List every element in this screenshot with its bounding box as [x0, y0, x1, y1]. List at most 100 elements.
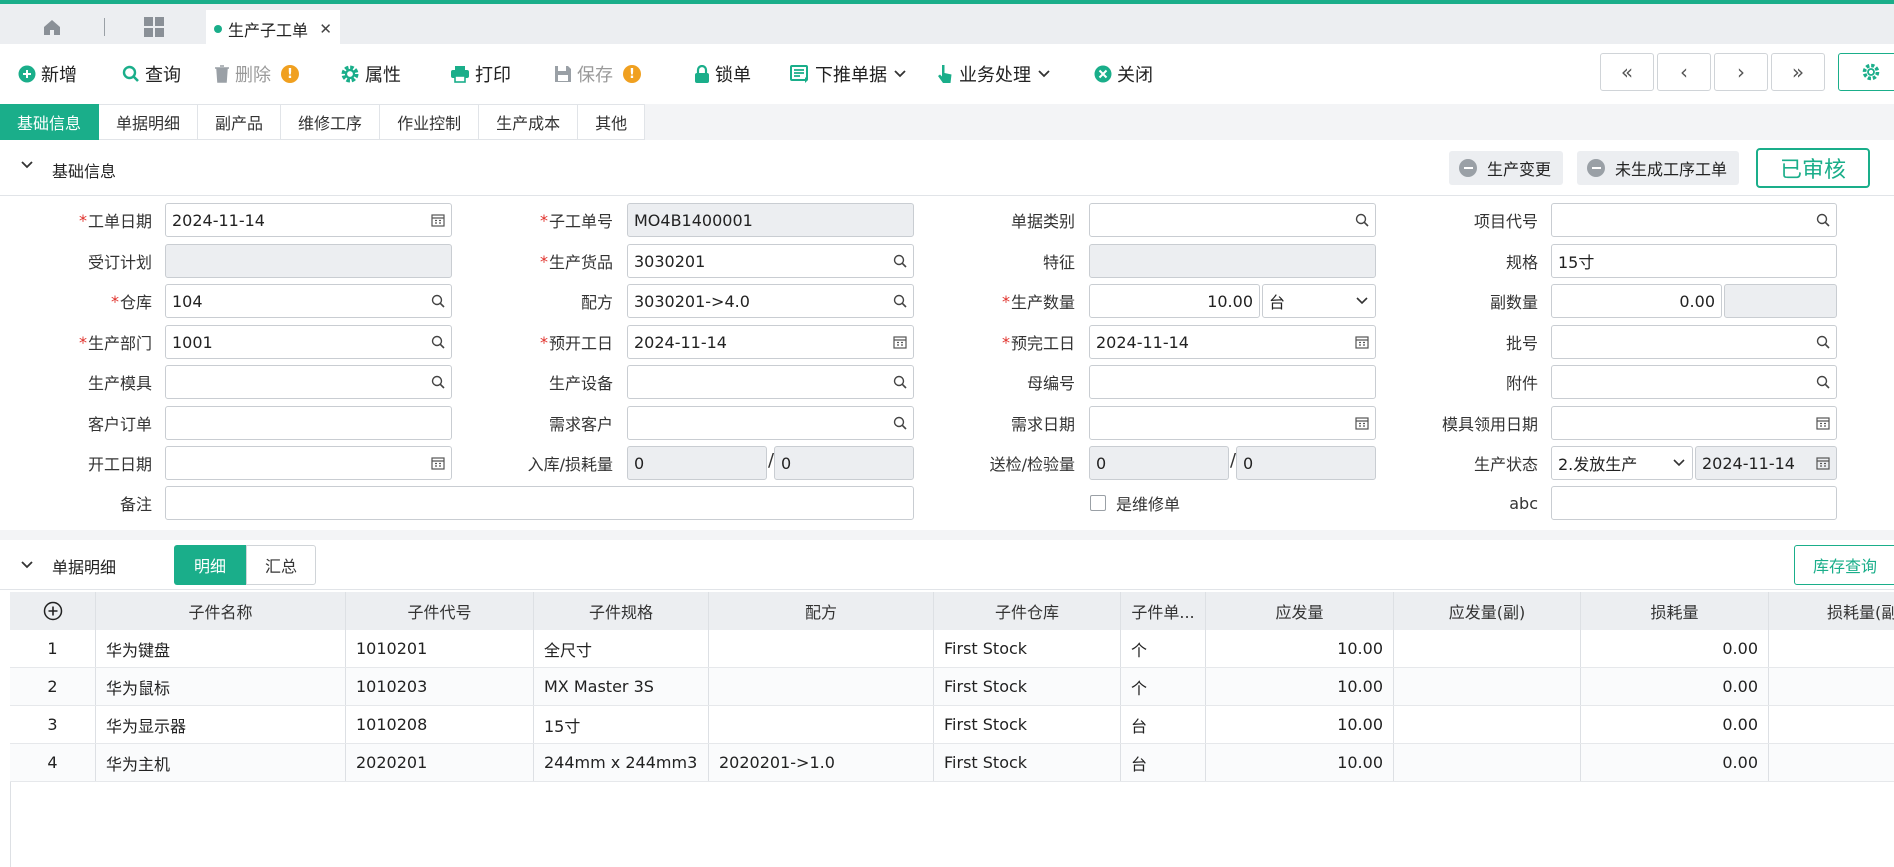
- col-header-qty-sub[interactable]: 应发量(副): [1394, 592, 1581, 630]
- start-date-field[interactable]: [165, 446, 452, 480]
- project-code-field[interactable]: [1551, 203, 1837, 237]
- calendar-icon[interactable]: [431, 456, 445, 470]
- delete-button[interactable]: 删除 !: [214, 60, 299, 88]
- business-dropdown[interactable]: 业务处理: [936, 60, 1056, 88]
- push-down-label: 下推单据: [815, 65, 887, 86]
- table-row[interactable]: 2 华为鼠标 1010203 MX Master 3S First Stock …: [10, 668, 1894, 706]
- summary-view-button[interactable]: 汇总: [246, 545, 316, 585]
- tab-by-products[interactable]: 副产品: [198, 104, 282, 140]
- warehouse-field[interactable]: 104: [165, 284, 452, 318]
- search-icon[interactable]: [1816, 213, 1830, 227]
- calendar-icon[interactable]: [893, 335, 907, 349]
- mold-date-field[interactable]: [1551, 406, 1837, 440]
- demand-date-field[interactable]: [1089, 406, 1376, 440]
- sub-qty-field[interactable]: 0.00: [1551, 284, 1722, 318]
- search-icon[interactable]: [431, 335, 445, 349]
- formula-field[interactable]: 3030201->4.0: [627, 284, 914, 318]
- qty-field[interactable]: 10.00: [1089, 284, 1260, 318]
- home-icon[interactable]: [36, 12, 68, 42]
- last-record-button[interactable]: »: [1771, 53, 1825, 91]
- previous-record-button[interactable]: ‹: [1657, 53, 1711, 91]
- collapse-chevron-icon[interactable]: [20, 560, 34, 570]
- search-icon[interactable]: [1816, 335, 1830, 349]
- col-header-warehouse[interactable]: 子件仓库: [934, 592, 1121, 630]
- tab-production-sub-order[interactable]: 生产子工单 ✕: [206, 10, 340, 48]
- add-row-icon[interactable]: [10, 592, 96, 630]
- attributes-label: 属性: [365, 65, 401, 86]
- add-button[interactable]: 新增: [18, 60, 77, 88]
- mold-field[interactable]: [165, 365, 452, 399]
- detail-view-button[interactable]: 明细: [174, 545, 246, 585]
- col-header-loss[interactable]: 损耗量: [1581, 592, 1769, 630]
- attachment-field[interactable]: [1551, 365, 1837, 399]
- search-icon[interactable]: [431, 375, 445, 389]
- col-header-qty[interactable]: 应发量: [1206, 592, 1394, 630]
- col-header-formula[interactable]: 配方: [709, 592, 934, 630]
- production-change-button[interactable]: 生产变更: [1449, 151, 1564, 185]
- search-icon[interactable]: [431, 294, 445, 308]
- calendar-icon[interactable]: [1355, 416, 1369, 430]
- no-process-order-button[interactable]: 未生成工序工单: [1577, 151, 1740, 185]
- batch-field[interactable]: [1551, 325, 1837, 359]
- project-code-label: 项目代号: [1473, 212, 1538, 231]
- calendar-icon[interactable]: [1355, 335, 1369, 349]
- tab-production-cost[interactable]: 生产成本: [479, 104, 579, 140]
- calendar-icon[interactable]: [431, 213, 445, 227]
- doc-type-field[interactable]: [1089, 203, 1376, 237]
- qty-unit-select[interactable]: 台: [1262, 284, 1376, 318]
- cell-qty-sub: [1394, 744, 1581, 781]
- search-icon[interactable]: [1355, 213, 1369, 227]
- table-row[interactable]: 1 华为键盘 1010201 全尺寸 First Stock 个 10.00 0…: [10, 630, 1894, 668]
- collapse-chevron-icon[interactable]: [20, 160, 34, 170]
- prod-status-label: 生产状态: [1473, 455, 1538, 474]
- query-button[interactable]: 查询: [122, 60, 181, 88]
- abc-field[interactable]: [1551, 486, 1837, 520]
- customer-order-label: 客户订单: [87, 415, 152, 434]
- search-icon[interactable]: [893, 254, 907, 268]
- spec-field[interactable]: 15寸: [1551, 244, 1837, 278]
- search-icon[interactable]: [1816, 375, 1830, 389]
- close-circle-icon: [1094, 65, 1112, 83]
- tab-basic-info[interactable]: 基础信息: [0, 104, 100, 140]
- apps-grid-icon[interactable]: [140, 13, 168, 41]
- close-button[interactable]: 关闭: [1094, 60, 1153, 88]
- col-header-loss-sub[interactable]: 损耗量(副: [1769, 592, 1894, 630]
- demand-customer-field[interactable]: [627, 406, 914, 440]
- prod-status-select[interactable]: 2.发放生产: [1551, 446, 1693, 480]
- order-date-field[interactable]: 2024-11-14: [165, 203, 452, 237]
- search-icon[interactable]: [893, 375, 907, 389]
- dept-field[interactable]: 1001: [165, 325, 452, 359]
- product-field[interactable]: 3030201: [627, 244, 914, 278]
- lock-button[interactable]: 锁单: [694, 60, 751, 88]
- search-icon[interactable]: [893, 416, 907, 430]
- col-header-spec[interactable]: 子件规格: [534, 592, 709, 630]
- parent-no-field[interactable]: [1089, 365, 1376, 399]
- equipment-field[interactable]: [627, 365, 914, 399]
- col-header-code[interactable]: 子件代号: [346, 592, 534, 630]
- tab-document-detail[interactable]: 单据明细: [99, 104, 199, 140]
- next-record-button[interactable]: ›: [1714, 53, 1768, 91]
- print-button[interactable]: 打印: [450, 60, 511, 88]
- close-tab-icon[interactable]: ✕: [319, 20, 332, 38]
- col-header-unit[interactable]: 子件单...: [1121, 592, 1206, 630]
- save-button[interactable]: 保存 !: [554, 60, 641, 88]
- first-record-button[interactable]: «: [1600, 53, 1654, 91]
- tab-repair-process[interactable]: 维修工序: [281, 104, 381, 140]
- customer-order-field[interactable]: [165, 406, 452, 440]
- attributes-button[interactable]: 属性: [340, 60, 401, 88]
- planned-start-field[interactable]: 2024-11-14: [627, 325, 914, 359]
- push-down-dropdown[interactable]: 下推单据: [790, 60, 912, 88]
- planned-finish-field[interactable]: 2024-11-14: [1089, 325, 1376, 359]
- remark-field[interactable]: [165, 486, 914, 520]
- is-repair-checkbox[interactable]: [1090, 495, 1106, 511]
- stock-query-button[interactable]: 库存查询: [1794, 545, 1894, 585]
- tab-other[interactable]: 其他: [578, 104, 646, 140]
- tab-operation-control[interactable]: 作业控制: [380, 104, 480, 140]
- chevron-down-icon: [1355, 296, 1369, 306]
- table-row[interactable]: 3 华为显示器 1010208 15寸 First Stock 台 10.00 …: [10, 706, 1894, 744]
- search-icon[interactable]: [893, 294, 907, 308]
- calendar-icon[interactable]: [1816, 416, 1830, 430]
- settings-button[interactable]: [1838, 53, 1894, 91]
- table-row[interactable]: 4 华为主机 2020201 244mm x 244mm3 2020201->1…: [10, 744, 1894, 782]
- col-header-name[interactable]: 子件名称: [96, 592, 346, 630]
